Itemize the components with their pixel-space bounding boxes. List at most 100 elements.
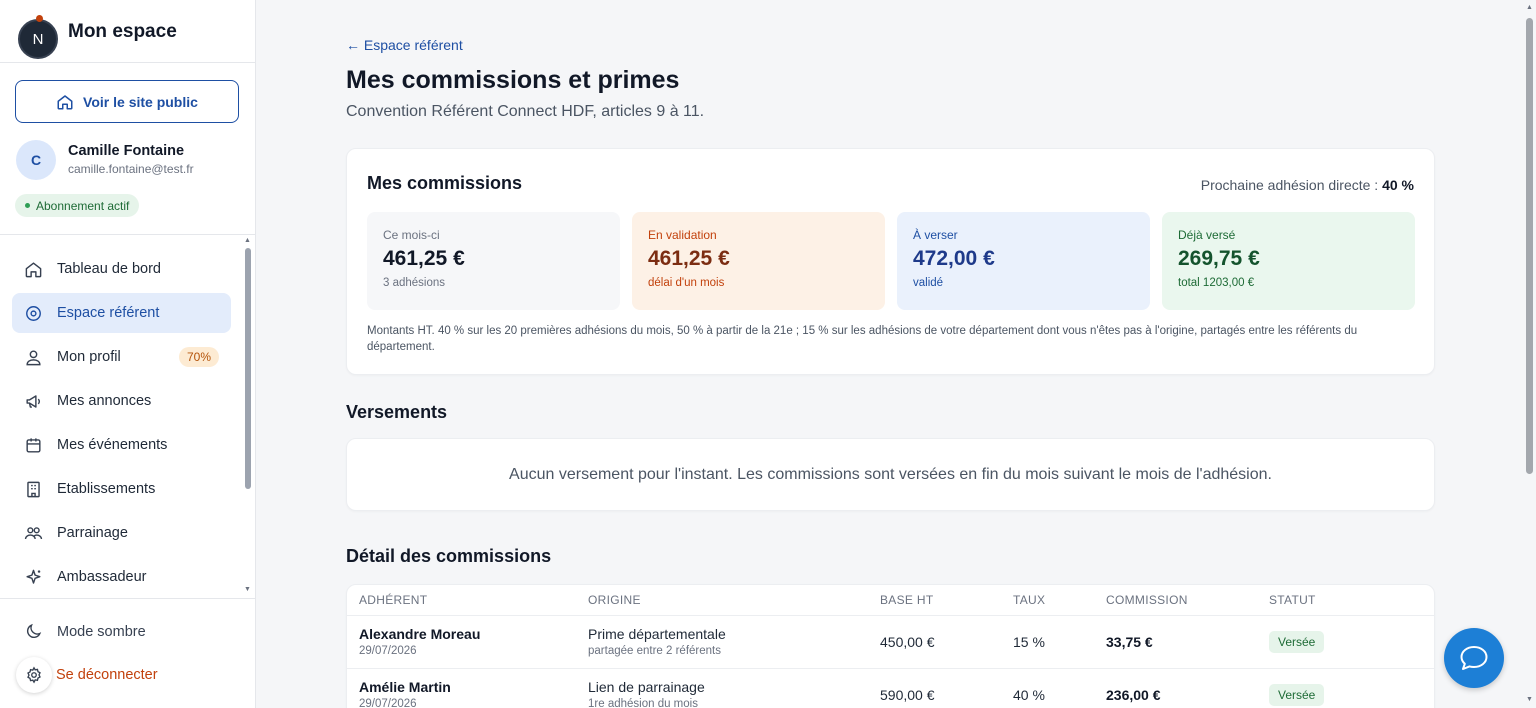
stat-sub: total 1203,00 € [1178, 277, 1255, 289]
sidebar-item-label: Etablissements [57, 481, 156, 497]
commissions-title: Mes commissions [367, 173, 523, 193]
avatar[interactable]: C [16, 140, 56, 180]
sidebar-item-referral[interactable]: Parrainage [12, 513, 231, 553]
stat-sub: validé [913, 277, 944, 289]
table-row[interactable]: Amélie Martin 29/07/2026 Lien de parrain… [347, 669, 1434, 708]
scroll-down-arrow-icon[interactable]: ▼ [244, 586, 251, 593]
sidebar-item-label: Mes événements [57, 437, 168, 453]
page-title: Mes commissions et primes [346, 66, 680, 94]
home-icon [25, 261, 42, 277]
avatar-initial: C [30, 152, 42, 168]
sidebar: N Mon espace Voir le site public C Camil… [0, 0, 256, 708]
stat-sub: 3 adhésions [383, 277, 446, 289]
location-icon [26, 305, 41, 321]
notification-dot [36, 15, 43, 22]
origin: Prime départementale [588, 626, 726, 642]
column-header-member[interactable]: ADHÉRENT [359, 593, 427, 607]
commissions-note: Montants HT. 40 % sur les 20 premières a… [367, 325, 1358, 353]
origin-detail: partagée entre 2 référents [588, 645, 721, 657]
next-rate: Prochaine adhésion directe : 40 % [1201, 177, 1414, 193]
chat-bubble-icon [1460, 646, 1488, 670]
scroll-up-arrow-icon[interactable]: ▲ [1526, 4, 1533, 11]
payments-title: Versements [346, 402, 448, 422]
column-header-commission[interactable]: COMMISSION [1106, 593, 1188, 607]
calendar-icon [26, 437, 41, 453]
sparkle-icon [26, 569, 41, 584]
commissions-table: ADHÉRENT ORIGINE BASE HT TAUX COMMISSION… [346, 584, 1435, 708]
next-rate-value: 40 % [1382, 177, 1414, 193]
sidebar-item-announcements[interactable]: Mes annonces [12, 381, 231, 421]
main-scrollbar[interactable] [1526, 18, 1533, 474]
back-link[interactable]: ← Espace référent [346, 37, 463, 53]
status-dot [25, 203, 30, 208]
commissions-card: Mes commissions Prochaine adhésion direc… [346, 148, 1435, 375]
commission-amount: 236,00 € [1106, 687, 1161, 703]
logo-letter: N [32, 30, 44, 48]
divider [0, 234, 255, 235]
sidebar-item-label: Mon profil [57, 349, 121, 365]
rate: 15 % [1013, 634, 1045, 650]
sidebar-scrollbar[interactable] [245, 248, 251, 489]
sidebar-item-label: Espace référent [57, 305, 160, 321]
subscription-label: Abonnement actif [36, 198, 130, 213]
column-header-rate[interactable]: TAUX [1013, 593, 1045, 607]
view-public-site-button[interactable]: Voir le site public [15, 80, 239, 123]
member-name: Alexandre Moreau [359, 626, 481, 642]
sidebar-item-referent-space[interactable]: Espace référent [12, 293, 231, 333]
sidebar-item-dashboard[interactable]: Tableau de bord [12, 249, 231, 289]
sidebar-item-events[interactable]: Mes événements [12, 425, 231, 465]
subscription-badge: Abonnement actif [15, 194, 140, 217]
sidebar-nav: Tableau de bord Espace référent Mon prof… [12, 249, 231, 601]
scroll-down-arrow-icon[interactable]: ▼ [1526, 696, 1533, 703]
stat-in-validation: En validation 461,25 € délai d'un mois [632, 212, 885, 310]
payments-empty-message: Aucun versement pour l'instant. Les comm… [509, 465, 1272, 483]
user-name: Camille Fontaine [68, 143, 185, 159]
sidebar-item-establishments[interactable]: Etablissements [12, 469, 231, 509]
home-icon [57, 94, 73, 109]
member-date: 29/07/2026 [359, 645, 417, 657]
profile-completion-badge: 70% [178, 347, 219, 367]
column-header-origin[interactable]: ORIGINE [588, 593, 641, 607]
column-header-status[interactable]: STATUT [1269, 593, 1316, 607]
sidebar-item-ambassador[interactable]: Ambassadeur [12, 557, 231, 597]
column-header-base[interactable]: BASE HT [880, 593, 933, 607]
stat-to-pay: À verser 472,00 € validé [897, 212, 1150, 310]
divider [0, 598, 255, 599]
base-amount: 590,00 € [880, 687, 935, 703]
stat-label: Déjà versé [1178, 228, 1236, 242]
stat-label: En validation [648, 228, 717, 242]
user-email: camille.fontaine@test.fr [68, 162, 194, 176]
stat-value: 461,25 € [648, 247, 730, 270]
app-title: Mon espace [68, 21, 177, 42]
sidebar-item-label: Tableau de bord [57, 261, 161, 277]
stat-this-month: Ce mois-ci 461,25 € 3 adhésions [367, 212, 620, 310]
member-date: 29/07/2026 [359, 698, 417, 708]
base-amount: 450,00 € [880, 634, 935, 650]
dark-mode-toggle[interactable]: Mode sombre [24, 622, 146, 641]
stat-value: 269,75 € [1178, 247, 1260, 270]
chat-button[interactable] [1444, 628, 1504, 688]
user-icon [26, 349, 41, 365]
sidebar-item-label: Ambassadeur [57, 569, 147, 585]
logout-link[interactable]: Se déconnecter [56, 667, 158, 683]
rate: 40 % [1013, 687, 1045, 703]
app-logo[interactable]: N [18, 19, 58, 59]
stat-value: 461,25 € [383, 247, 465, 270]
settings-button[interactable] [16, 657, 52, 693]
payments-card: Aucun versement pour l'instant. Les comm… [346, 438, 1435, 511]
status-badge: Versée [1269, 631, 1325, 653]
sidebar-header: N Mon espace [0, 0, 255, 63]
users-icon [24, 526, 43, 539]
origin: Lien de parrainage [588, 679, 705, 695]
gear-icon [27, 666, 41, 684]
detail-title: Détail des commissions [346, 546, 552, 566]
stat-value: 472,00 € [913, 247, 995, 270]
table-row[interactable]: Alexandre Moreau 29/07/2026 Prime départ… [347, 616, 1434, 669]
origin-detail: 1re adhésion du mois [588, 698, 698, 708]
sidebar-item-profile[interactable]: Mon profil 70% [12, 337, 231, 377]
view-public-site-label: Voir le site public [83, 93, 198, 110]
scroll-up-arrow-icon[interactable]: ▲ [244, 237, 251, 244]
megaphone-icon [26, 394, 41, 408]
member-name: Amélie Martin [359, 679, 451, 695]
building-icon [27, 481, 40, 497]
